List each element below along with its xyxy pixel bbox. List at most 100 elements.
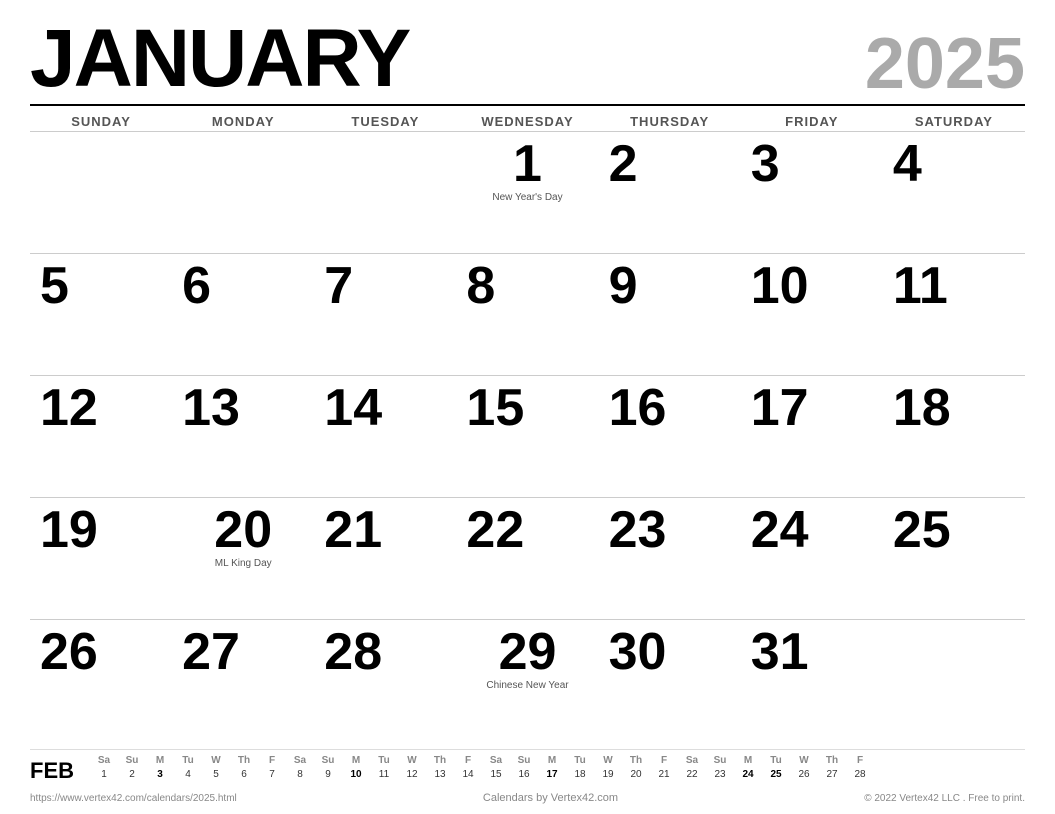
date-number: 30	[609, 626, 667, 678]
date-number: 28	[324, 626, 382, 678]
mini-day-number: 13	[426, 768, 454, 781]
date-number: 14	[324, 382, 382, 434]
date-number: 18	[893, 382, 951, 434]
mini-day-header: Tu	[174, 754, 202, 767]
mini-day-number: 23	[706, 768, 734, 781]
calendar-cell: 15	[456, 375, 598, 497]
date-number: 19	[40, 504, 98, 556]
mini-day-header: W	[790, 754, 818, 767]
mini-day-number: 1	[90, 768, 118, 781]
calendar-cell: 9	[599, 253, 741, 375]
mini-day-header: F	[258, 754, 286, 767]
mini-day-number: 11	[370, 768, 398, 781]
month-title: JANUARY	[30, 18, 409, 100]
calendar-cell: 21	[314, 497, 456, 619]
year-title: 2025	[865, 28, 1025, 100]
day-of-week-thursday: THURSDAY	[599, 110, 741, 131]
mini-month-label: FEB	[30, 754, 76, 784]
mini-day-number: 8	[286, 768, 314, 781]
calendar-cell: 1New Year's Day	[456, 131, 598, 253]
mini-day-header: Tu	[566, 754, 594, 767]
date-number: 15	[466, 382, 524, 434]
calendar-cell: 16	[599, 375, 741, 497]
date-number: 21	[324, 504, 382, 556]
mini-day-number: 27	[818, 768, 846, 781]
mini-day-number: 25	[762, 768, 790, 781]
day-of-week-wednesday: WEDNESDAY	[456, 110, 598, 131]
day-of-week-sunday: SUNDAY	[30, 110, 172, 131]
holiday-label: ML King Day	[182, 558, 304, 569]
calendar-cell: 26	[30, 619, 172, 741]
mini-day-number: 17	[538, 768, 566, 781]
holiday-label: Chinese New Year	[466, 680, 588, 691]
mini-day-number: 7	[258, 768, 286, 781]
calendar-cell: 24	[741, 497, 883, 619]
date-number: 9	[609, 260, 638, 312]
calendar-cell: 5	[30, 253, 172, 375]
date-number: 22	[466, 504, 524, 556]
mini-day-number: 22	[678, 768, 706, 781]
calendar-cell: 12	[30, 375, 172, 497]
mini-day-header: W	[398, 754, 426, 767]
calendar-cell: 3	[741, 131, 883, 253]
mini-day-header: Tu	[370, 754, 398, 767]
mini-calendar-section: FEB SaSuMTuWThFSaSuMTuWThFSaSuMTuWThFSaS…	[30, 749, 1025, 784]
mini-day-number: 5	[202, 768, 230, 781]
mini-day-number: 21	[650, 768, 678, 781]
calendar-cell: 10	[741, 253, 883, 375]
mini-calendar-grid: SaSuMTuWThFSaSuMTuWThFSaSuMTuWThFSaSuMTu…	[90, 754, 874, 781]
mini-day-header: Tu	[762, 754, 790, 767]
calendar-cell: 30	[599, 619, 741, 741]
date-number: 31	[751, 626, 809, 678]
calendar-cell: 18	[883, 375, 1025, 497]
calendar-cell: 31	[741, 619, 883, 741]
calendar-cell: 17	[741, 375, 883, 497]
date-number: 29	[466, 626, 588, 678]
date-number: 25	[893, 504, 951, 556]
mini-day-number: 26	[790, 768, 818, 781]
footer-brand: Calendars by Vertex42.com	[483, 792, 618, 804]
footer-row: https://www.vertex42.com/calendars/2025.…	[30, 790, 1025, 804]
day-of-week-monday: MONDAY	[172, 110, 314, 131]
mini-day-header: Th	[426, 754, 454, 767]
mini-day-header: Th	[818, 754, 846, 767]
mini-day-header: Sa	[482, 754, 510, 767]
calendar-cell: 25	[883, 497, 1025, 619]
mini-day-number: 19	[594, 768, 622, 781]
calendar-cell: 7	[314, 253, 456, 375]
calendar-cell: 6	[172, 253, 314, 375]
date-number: 3	[751, 138, 780, 190]
calendar-grid: 1New Year's Day2345678910111213141516171…	[30, 131, 1025, 741]
calendar-cell: 22	[456, 497, 598, 619]
calendar-cell: 19	[30, 497, 172, 619]
mini-day-number: 10	[342, 768, 370, 781]
calendar-cell	[30, 131, 172, 253]
mini-day-number: 14	[454, 768, 482, 781]
date-number: 5	[40, 260, 69, 312]
mini-day-number: 20	[622, 768, 650, 781]
day-of-week-friday: FRIDAY	[741, 110, 883, 131]
mini-day-header: M	[734, 754, 762, 767]
mini-day-header: Su	[706, 754, 734, 767]
mini-day-number: 6	[230, 768, 258, 781]
date-number: 17	[751, 382, 809, 434]
date-number: 24	[751, 504, 809, 556]
date-number: 10	[751, 260, 809, 312]
date-number: 20	[182, 504, 304, 556]
calendar-container: JANUARY 2025 SUNDAYMONDAYTUESDAYWEDNESDA…	[0, 0, 1055, 814]
calendar-cell: 23	[599, 497, 741, 619]
mini-day-header: Su	[314, 754, 342, 767]
mini-day-header: W	[594, 754, 622, 767]
header-row: JANUARY 2025	[30, 18, 1025, 100]
date-number: 12	[40, 382, 98, 434]
calendar-cell: 11	[883, 253, 1025, 375]
mini-day-header: Su	[510, 754, 538, 767]
date-number: 7	[324, 260, 353, 312]
calendar-cell: 13	[172, 375, 314, 497]
calendar-cell: 27	[172, 619, 314, 741]
calendar-cell	[172, 131, 314, 253]
mini-day-number: 24	[734, 768, 762, 781]
mini-day-number: 9	[314, 768, 342, 781]
mini-day-number: 4	[174, 768, 202, 781]
calendar-cell	[314, 131, 456, 253]
